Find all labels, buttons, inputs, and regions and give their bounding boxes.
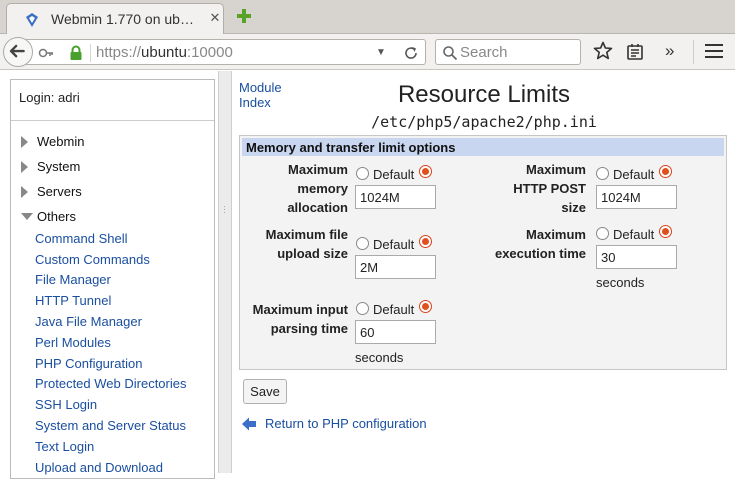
url-bar[interactable]: https://ubuntu:10000 ▼ — [26, 39, 426, 65]
key-icon[interactable] — [38, 45, 54, 61]
sidebar-link-text-login[interactable]: Text Login — [35, 439, 94, 454]
max-post-default-radio[interactable] — [596, 167, 609, 180]
default-label: Default — [373, 167, 415, 182]
max-upload-custom-radio[interactable] — [419, 235, 432, 248]
back-arrow-icon — [9, 44, 25, 58]
max-input-input[interactable] — [355, 320, 436, 344]
category-label: Others — [37, 209, 77, 224]
hamburger-menu-icon[interactable] — [705, 44, 723, 60]
save-button[interactable]: Save — [243, 379, 287, 404]
nav-separator — [693, 40, 694, 64]
max-upload-label: Maximum file upload size — [265, 227, 348, 261]
panel-divider — [11, 120, 214, 121]
category-label: Webmin — [37, 134, 85, 149]
login-label: Login: adri — [19, 90, 80, 105]
sidebar-link-ssh-login[interactable]: SSH Login — [35, 397, 97, 412]
config-file-path: /etc/php5/apache2/php.ini — [371, 113, 597, 131]
sidebar-link-http-tunnel[interactable]: HTTP Tunnel — [35, 293, 111, 308]
back-button[interactable] — [3, 37, 33, 67]
return-arrow-icon[interactable] — [241, 416, 257, 432]
tab-bar: Webmin 1.770 on ub… ✕ — [0, 0, 735, 35]
max-post-label: Maximum HTTP POST size — [513, 162, 586, 215]
max-memory-custom-radio[interactable] — [419, 165, 432, 178]
max-exec-default-radio[interactable] — [596, 227, 609, 240]
search-icon — [443, 46, 458, 61]
close-tab-icon[interactable]: ✕ — [207, 10, 223, 26]
sidebar-link-protected-web-directories[interactable]: Protected Web Directories — [35, 376, 187, 391]
max-input-unit: seconds — [355, 350, 404, 365]
browser-tab[interactable]: Webmin 1.770 on ub… ✕ — [6, 3, 224, 35]
category-label: System — [37, 159, 81, 174]
sidebar-link-system-server-status[interactable]: System and Server Status — [35, 418, 186, 433]
reading-list-icon[interactable] — [626, 43, 644, 61]
default-label: Default — [373, 302, 415, 317]
left-panel: Login: adri Webmin System Servers Others… — [10, 79, 215, 479]
sidebar-link-custom-commands[interactable]: Custom Commands — [35, 252, 150, 267]
page-title: Resource Limits — [397, 81, 571, 108]
max-input-default-radio[interactable] — [356, 302, 369, 315]
max-memory-input[interactable] — [355, 185, 436, 209]
sidebar-link-java-file-manager[interactable]: Java File Manager — [35, 314, 142, 329]
sidebar-link-file-manager[interactable]: File Manager — [35, 272, 111, 287]
expand-triangle-icon — [21, 186, 28, 198]
url-separator — [90, 44, 91, 62]
return-to-php-config-link[interactable]: Return to PHP configuration — [265, 416, 427, 431]
tab-title: Webmin 1.770 on ub… — [51, 11, 194, 27]
sidebar-link-php-configuration[interactable]: PHP Configuration — [35, 356, 142, 371]
max-exec-unit: seconds — [596, 275, 645, 290]
sidebar-link-command-shell[interactable]: Command Shell — [35, 231, 128, 246]
left-frame: Login: adri Webmin System Servers Others… — [0, 71, 218, 479]
reload-icon[interactable] — [402, 44, 420, 62]
new-tab-icon[interactable] — [236, 8, 252, 24]
search-bar[interactable]: Search — [435, 39, 581, 65]
splitter-grip-icon: · · · — [223, 201, 226, 217]
max-upload-input[interactable] — [355, 255, 436, 279]
category-label: Servers — [37, 184, 82, 199]
bookmark-star-icon[interactable] — [593, 41, 613, 61]
module-index-link[interactable]: Module Index — [239, 80, 299, 110]
max-upload-default-radio[interactable] — [356, 237, 369, 250]
max-input-custom-radio[interactable] — [419, 300, 432, 313]
lock-icon[interactable] — [69, 45, 83, 61]
max-exec-input[interactable] — [596, 245, 677, 269]
nav-bar: https://ubuntu:10000 ▼ Search — [0, 34, 735, 70]
search-input[interactable]: Search — [460, 44, 508, 61]
max-input-label: Maximum input parsing time — [252, 302, 348, 336]
url-dropdown-icon[interactable]: ▼ — [374, 45, 388, 61]
max-memory-label: Maximum memory allocation — [287, 162, 348, 215]
expand-triangle-icon — [21, 136, 28, 148]
webmin-favicon-icon — [26, 13, 38, 27]
max-memory-default-radio[interactable] — [356, 167, 369, 180]
max-post-input[interactable] — [596, 185, 677, 209]
module-index-label: Module Index — [239, 80, 282, 110]
frame-splitter[interactable]: · · · — [218, 71, 232, 473]
max-exec-label: Maximum execution time — [494, 227, 586, 261]
options-form: Memory and transfer limit options Maximu… — [239, 135, 727, 370]
default-label: Default — [613, 227, 655, 242]
max-post-custom-radio[interactable] — [659, 165, 672, 178]
section-header: Memory and transfer limit options — [242, 138, 724, 156]
sidebar-link-perl-modules[interactable]: Perl Modules — [35, 335, 111, 350]
default-label: Default — [613, 167, 655, 182]
overflow-icon[interactable]: » — [665, 41, 681, 61]
expand-triangle-icon — [21, 161, 28, 173]
collapse-triangle-icon — [21, 213, 33, 220]
main-frame: Resource Limits Module Index /etc/php5/a… — [233, 71, 735, 473]
default-label: Default — [373, 237, 415, 252]
max-exec-custom-radio[interactable] — [659, 225, 672, 238]
url-text[interactable]: https://ubuntu:10000 — [96, 44, 233, 61]
